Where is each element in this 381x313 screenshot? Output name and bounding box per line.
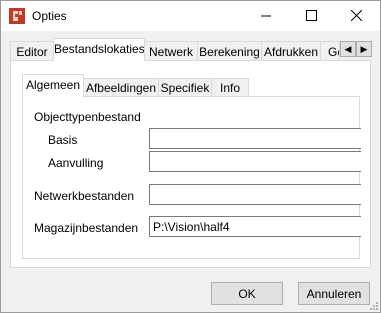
tab-specifiek[interactable]: Specifiek (158, 78, 212, 96)
minimize-button[interactable] (244, 1, 289, 31)
netwerkbestanden-input[interactable] (149, 184, 361, 205)
window-title: Opties (32, 9, 67, 23)
tab-bestandslokaties[interactable]: Bestandslokaties (53, 38, 145, 61)
algemeen-panel: Objecttypenbestand Basis Aanvulling Netw… (22, 96, 361, 259)
basis-label: Basis (48, 133, 78, 147)
basis-input[interactable] (149, 128, 361, 149)
maximize-icon (306, 10, 317, 21)
tab-info[interactable]: Info (211, 78, 249, 96)
ok-button[interactable]: OK (211, 282, 283, 305)
chevron-right-icon: ▶ (360, 44, 368, 54)
magazijnbestanden-label: Magazijnbestanden (34, 221, 139, 235)
title-bar[interactable]: Opties (1, 1, 380, 31)
close-icon (351, 10, 362, 21)
outer-tab-strip: Editor Bestandslokaties Netwerk Berekeni… (1, 37, 380, 61)
tab-afbeeldingen[interactable]: Afbeeldingen (83, 78, 159, 96)
bestandslokaties-panel: Algemeen Afbeeldingen Specifiek Info Obj… (10, 60, 371, 268)
tab-editor[interactable]: Editor (10, 41, 54, 60)
chevron-left-icon: ◀ (344, 44, 352, 54)
maximize-button[interactable] (289, 1, 334, 31)
tab-berekening[interactable]: Berekening (197, 41, 262, 60)
tab-afdrukken[interactable]: Afdrukken (261, 41, 321, 60)
objecttypenbestand-label: Objecttypenbestand (34, 110, 141, 124)
magazijnbestanden-input[interactable]: P:\Vision\half4 (149, 216, 361, 237)
netwerkbestanden-label: Netwerkbestanden (34, 189, 135, 203)
tab-scroll-right-button[interactable]: ▶ (356, 41, 372, 57)
minimize-icon (261, 15, 271, 17)
tab-algemeen[interactable]: Algemeen (22, 74, 84, 97)
aanvulling-label: Aanvulling (48, 156, 104, 170)
options-dialog: Opties Editor Bestandslokaties Netwerk B… (0, 0, 381, 313)
tab-overflow[interactable]: Ge (320, 41, 340, 60)
tab-netwerk[interactable]: Netwerk (144, 41, 198, 60)
cancel-button[interactable]: Annuleren (298, 282, 370, 305)
tab-scroll-left-button[interactable]: ◀ (340, 41, 356, 57)
close-button[interactable] (334, 1, 379, 31)
resize-grip-icon[interactable] (368, 300, 378, 310)
aanvulling-input[interactable] (149, 151, 361, 172)
app-logo-icon (9, 8, 25, 24)
